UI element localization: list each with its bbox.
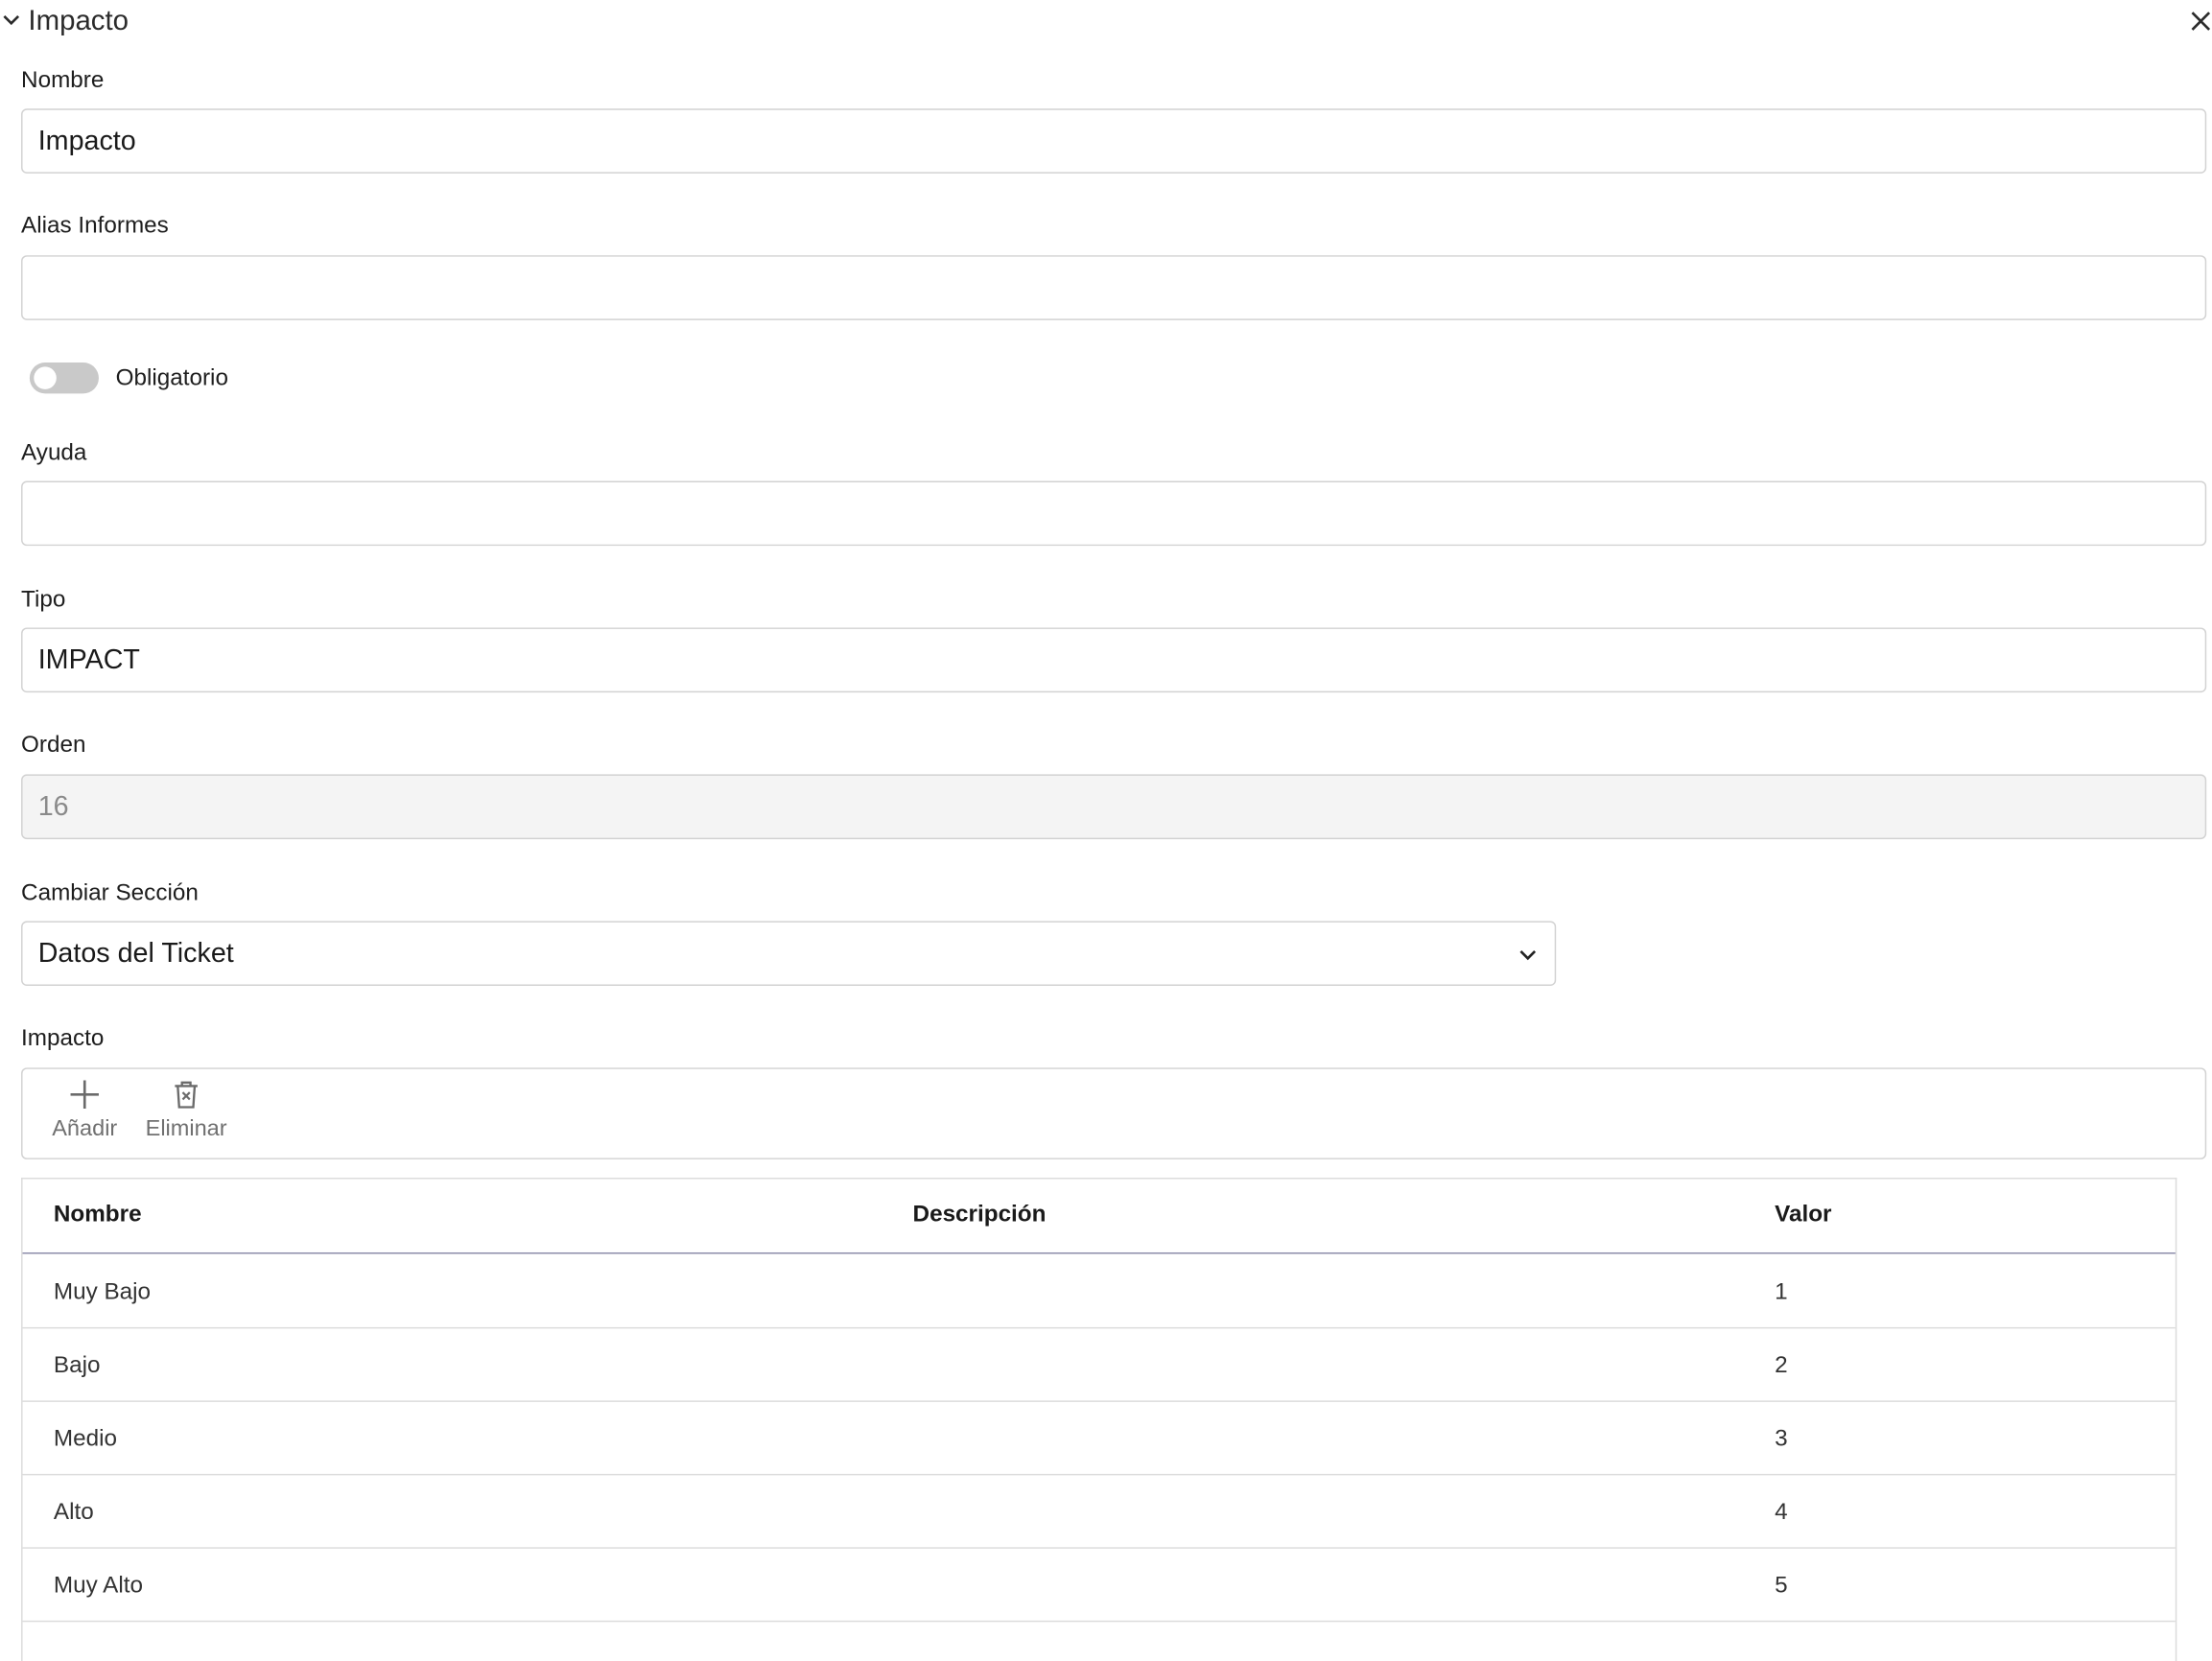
table-header: Nombre Descripción Valor [22,1180,2176,1254]
tipo-input[interactable]: IMPACT [21,627,2207,693]
impacto-table: Nombre Descripción Valor Muy Bajo 1 Bajo… [21,1178,2177,1661]
orden-input: 16 [21,774,2207,840]
seccion-label: Cambiar Sección [21,879,199,906]
table-row[interactable]: Muy Alto 5 [22,1549,2176,1623]
ayuda-label: Ayuda [21,439,87,466]
cell-nombre: Bajo [53,1352,101,1378]
grid-toolbar: Añadir Eliminar [21,1067,2207,1159]
delete-button-label: Eliminar [145,1116,227,1141]
ayuda-input[interactable] [21,480,2207,547]
obligatorio-label: Obligatorio [115,364,228,391]
alias-input[interactable] [21,255,2207,320]
chevron-down-icon [1519,950,1537,961]
chevron-down-icon[interactable] [1,10,21,30]
table-row[interactable]: Muy Bajo 1 [22,1255,2176,1329]
cell-nombre: Muy Bajo [53,1278,152,1305]
cell-valor: 1 [1775,1278,1788,1305]
impacto-panel: Impacto Nombre Impacto Alias Informes Ob… [0,0,2212,1661]
close-icon[interactable] [2188,9,2212,34]
cell-valor: 3 [1775,1425,1788,1452]
delete-button[interactable]: Eliminar [138,1078,234,1144]
nombre-label: Nombre [21,67,105,94]
cell-nombre: Alto [53,1499,94,1525]
panel-title: Impacto [28,5,129,37]
table-row[interactable]: Bajo 2 [22,1328,2176,1402]
tipo-label: Tipo [21,586,66,613]
cell-valor: 2 [1775,1352,1788,1378]
nombre-input[interactable]: Impacto [21,108,2207,174]
seccion-select[interactable]: Datos del Ticket [21,921,1557,987]
trash-icon [175,1081,198,1109]
cell-nombre: Muy Alto [53,1572,143,1599]
cell-valor: 5 [1775,1572,1788,1599]
add-button-label: Añadir [52,1116,118,1141]
seccion-selected-value: Datos del Ticket [37,938,234,970]
impacto-label: Impacto [21,1025,105,1051]
plus-icon [70,1080,99,1109]
column-header-valor[interactable]: Valor [1775,1201,1831,1228]
table-row[interactable]: Alto 4 [22,1475,2176,1549]
obligatorio-toggle[interactable] [29,362,99,394]
cell-valor: 4 [1775,1499,1788,1525]
alias-label: Alias Informes [21,213,169,239]
column-header-descripcion[interactable]: Descripción [913,1201,1047,1228]
orden-label: Orden [21,732,86,758]
toggle-knob [34,366,57,389]
add-button[interactable]: Añadir [45,1078,124,1144]
cell-nombre: Medio [53,1425,117,1452]
table-row[interactable]: Medio 3 [22,1402,2176,1476]
column-header-nombre[interactable]: Nombre [54,1201,142,1228]
